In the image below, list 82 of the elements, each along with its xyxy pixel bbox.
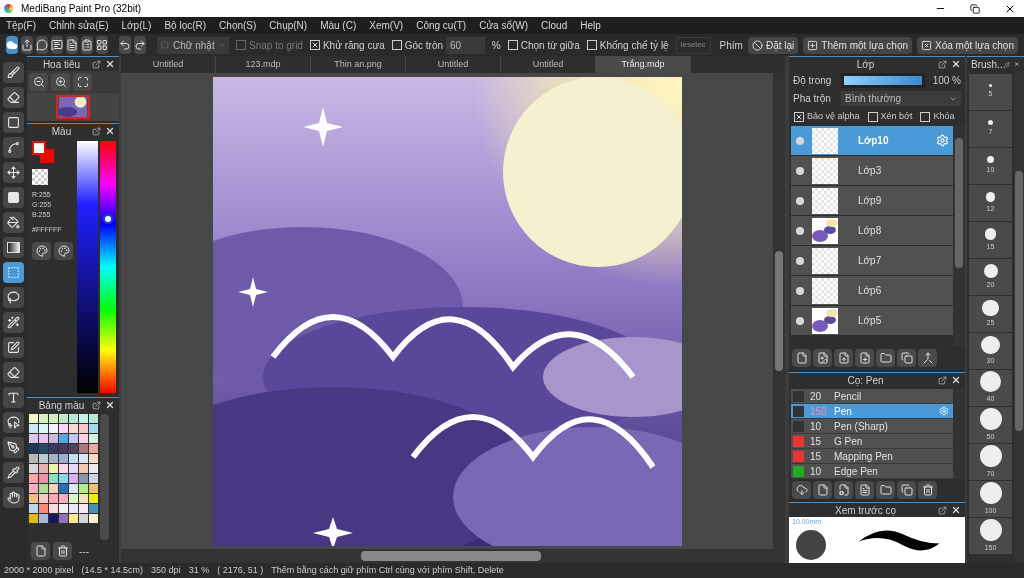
checkbox-label: Khóa xyxy=(933,110,955,124)
panel-title: Cọ: Pen xyxy=(846,373,885,388)
selection-button[interactable]: Thêm một lựa chọn xyxy=(803,36,913,54)
menu-item[interactable]: Màu (C) xyxy=(320,18,357,33)
brush-size: 10 xyxy=(810,464,823,479)
brush-row[interactable]: 10 Edge Pen xyxy=(791,464,953,479)
menu-item[interactable]: Chọn(S) xyxy=(219,18,257,33)
brush-size: 15 xyxy=(810,434,823,449)
blend-label: Pha trộn xyxy=(793,92,832,106)
panel-title: Hoa tiêu xyxy=(41,57,82,72)
checkbox-label: Chọn từ giữa xyxy=(520,38,580,53)
menu-item[interactable]: Công cụ(T) xyxy=(416,18,467,33)
menu-item[interactable]: Help xyxy=(580,18,601,33)
layer-row[interactable]: Lớp6 xyxy=(791,276,953,305)
checkbox-label: Góc tròn xyxy=(404,38,444,53)
status-text: 31 % xyxy=(188,563,210,577)
brush-size: 15 xyxy=(810,449,823,464)
layer-name: Lớp8 xyxy=(858,224,883,238)
checkbox-label: Bảo vệ alpha xyxy=(807,110,860,124)
status-text: 2000 * 2000 pixel xyxy=(4,563,74,577)
status-text: Thêm bằng cách giữ phím Ctrl cùng với phím Shift, Delete xyxy=(271,563,504,577)
menu-item[interactable]: Bộ lọc(R) xyxy=(164,18,207,33)
window-title: MediBang Paint Pro (32bit) xyxy=(21,2,142,16)
menu-item[interactable]: Cửa sổ(W) xyxy=(479,18,529,33)
brush-name: Mapping Pen xyxy=(834,449,894,464)
menu-item[interactable]: Xem(V) xyxy=(369,18,404,33)
menu-item[interactable]: Lớp(L) xyxy=(121,18,152,33)
blend-dropdown[interactable]: Bình thường xyxy=(841,91,961,106)
document-tab[interactable]: Trắng.mdp xyxy=(596,56,691,73)
layer-name: Lớp5 xyxy=(858,314,883,328)
brush-row[interactable]: 15 Mapping Pen xyxy=(791,449,953,464)
brush-name: Edge Pen xyxy=(834,464,879,479)
brush-name: G Pen xyxy=(834,434,864,449)
status-text: 350 dpi xyxy=(151,563,181,577)
panel-title: Brush... xyxy=(971,57,1006,72)
panel-title: Lớp xyxy=(855,57,876,72)
panel-title: Xem trước cọ xyxy=(833,503,897,518)
document-tab[interactable]: Thin an.png xyxy=(311,56,406,73)
disabled-field: leselec xyxy=(675,36,711,54)
brush-size: 20 xyxy=(810,389,823,404)
layer-name: Lớp9 xyxy=(858,194,883,208)
status-text: (14.5 * 14.5cm) xyxy=(81,563,144,577)
brush-size: 10 xyxy=(810,419,823,434)
layer-name: Lớp10 xyxy=(858,134,890,148)
document-tab[interactable]: 123.mdp xyxy=(216,56,311,73)
layer-row[interactable]: Lớp5 xyxy=(791,306,953,335)
panel-title: Màu xyxy=(50,124,73,139)
layer-row[interactable]: Lớp9 xyxy=(791,186,953,215)
shape-dropdown[interactable]: Chữ nhật xyxy=(157,36,229,54)
brush-name: Pencil xyxy=(834,389,863,404)
layer-row[interactable]: Lớp3 xyxy=(791,156,953,185)
layer-name: Lớp6 xyxy=(858,284,883,298)
percent-label: % xyxy=(491,38,501,53)
keys-label: Phím xyxy=(719,38,743,53)
checkbox-label: Xén bớt xyxy=(880,110,913,124)
brush-name: Pen xyxy=(834,404,853,419)
menu-item[interactable]: Chụp(N) xyxy=(269,18,308,33)
selection-button[interactable]: Xóa một lựa chọn xyxy=(917,36,1018,54)
status-text: ( 2176, 51 ) xyxy=(217,563,264,577)
document-tab[interactable]: Untitled xyxy=(406,56,501,73)
brush-row[interactable]: 15 G Pen xyxy=(791,434,953,449)
opacity-label: Độ trong xyxy=(793,73,833,88)
opacity-reading: 100 % xyxy=(932,73,961,88)
brush-row[interactable]: 20 Pencil xyxy=(791,389,953,404)
checkbox-label: Snap to grid xyxy=(249,38,303,53)
menu-item[interactable]: Tệp(F) xyxy=(6,18,36,33)
layer-name: Lớp3 xyxy=(858,164,883,178)
brush-row[interactable]: 10 Pen (Sharp) xyxy=(791,419,953,434)
panel-title: Bảng màu xyxy=(37,398,86,413)
checkbox-label: Khống chế tỷ lệ xyxy=(599,38,669,53)
checkbox-label: Khử răng cưa xyxy=(322,38,385,53)
layer-row[interactable]: Lớp8 xyxy=(791,216,953,245)
menu-item[interactable]: Cloud xyxy=(541,18,568,33)
selection-button[interactable]: Đặt lại xyxy=(747,36,799,54)
palette-name: --- xyxy=(79,544,89,559)
document-tab[interactable]: Untitled xyxy=(121,56,216,73)
brush-name: Pen (Sharp) xyxy=(834,419,889,434)
corner-radius-field[interactable]: 60 xyxy=(446,36,485,54)
layer-row[interactable]: Lớp7 xyxy=(791,246,953,275)
menu-item[interactable]: Chỉnh sửa(E) xyxy=(49,18,109,33)
brush-size: 150 xyxy=(810,404,828,419)
layer-name: Lớp7 xyxy=(858,254,883,268)
